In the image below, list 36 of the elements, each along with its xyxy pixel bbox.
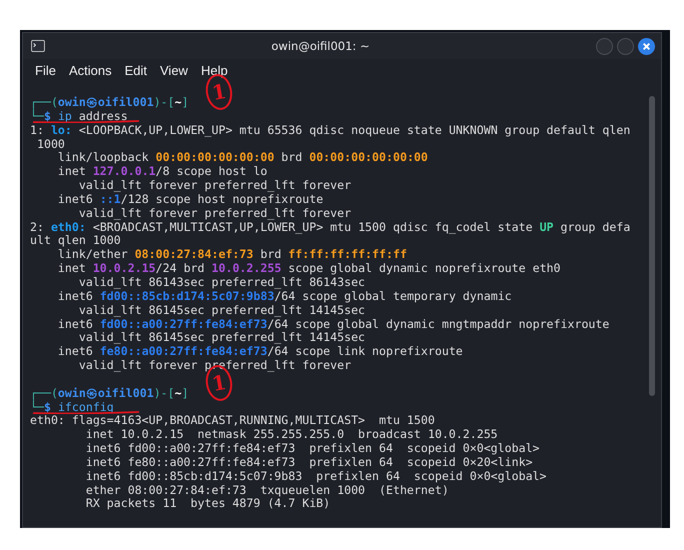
output-line: valid_lft 86145sec preferred_lft 14145sec [78,302,366,317]
output-line: inet6 fe80::a00:27ff:fe84:ef73/64 scope link noprefixroute [56,344,463,358]
output-line: 2: eth0: <BROADCAST,MULTICAST,UP,LOWER_UP> mtu 1500 qdisc fq_codel state UP group defa [30,220,630,234]
output-line: valid_lft 86143sec preferred_lft 86143sec [78,274,366,289]
output-line: valid_lft 86145sec preferred_lft 14145sec [78,330,366,344]
prompt-line: ┌──(owin㉿oifil001)-[~] [30,386,189,400]
output-line: link/loopback 00:00:00:00:00:00 brd 00:00:00:00:00:00 [56,150,428,164]
output-line: inet6 fd00::a00:27ff:fe84:ef73 prefixlen 64 scopeid 0×0<global> [84,441,540,456]
output-line: inet6 fe80::a00:27ff:fe84:ef73 prefixlen 64 scopeid 0×20<link> [84,454,533,469]
output-line: inet 10.0.2.15 netmask 255.255.255.0 broadcast 10.0.2.255 [84,427,498,442]
output-line: ult qlen 1000 [30,233,121,248]
output-line: inet 10.0.2.15/24 brd 10.0.2.255 scope global dynamic noprefixroute eth0 [56,261,561,276]
output-line: inet6 fd00::a00:27ff:fe84:ef73/64 scope global dynamic mngtmpaddr noprefixroute [56,316,610,330]
output-line: eth0: flags=4163<UP,BROADCAST,RUNNING,MULTICAST> mtu 1500 [30,413,435,428]
output-line: 1000 [36,136,65,151]
menu-item[interactable]: Actions [68,63,112,78]
terminal-icon [31,40,45,52]
minimize-button[interactable] [596,38,613,54]
output-line: inet6 fd00::85cb:d174:5c07:9b83/64 scope global temporary dynamic [56,288,512,303]
output-line: inet6 fd00::85cb:d174:5c07:9b83 prefixlen 64 scopeid 0×0<global> [84,468,547,483]
output-line: valid_lft forever preferred_lft forever [78,178,352,192]
output-line: valid_lft forever preferred_lft forever [78,206,352,220]
command-line: └─$ ifconfig [30,400,114,414]
output-line: RX packets 11 bytes 4879 (4.7 KiB) [84,496,330,510]
output-line: ether 08:00:27:84:ef:73 txqueuelen 1000 (Ethernet) [84,482,449,497]
menu-item[interactable]: Edit [124,63,147,78]
prompt-line: ┌──(owin㉿oifil001)-[~] [30,95,189,109]
command-line: └─$ ip address [30,108,128,123]
menu-item[interactable]: File [35,63,56,78]
output-line: 1: lo: <LOOPBACK,UP,LOWER_UP> mtu 65536 qdisc noqueue state UNKNOWN group default qlen [30,122,630,137]
output-line: inet6 ::1/128 scope host noprefixroute [56,192,324,206]
close-icon[interactable] [638,38,655,54]
output-line: link/ether 08:00:27:84:ef:73 brd ff:ff:ff:ff:ff:ff [56,247,407,262]
window-title: owin@oifil001: ~ [270,39,371,53]
menu-item[interactable]: View [160,63,188,78]
output-line: inet 127.0.0.1/8 scope host lo [56,164,268,178]
